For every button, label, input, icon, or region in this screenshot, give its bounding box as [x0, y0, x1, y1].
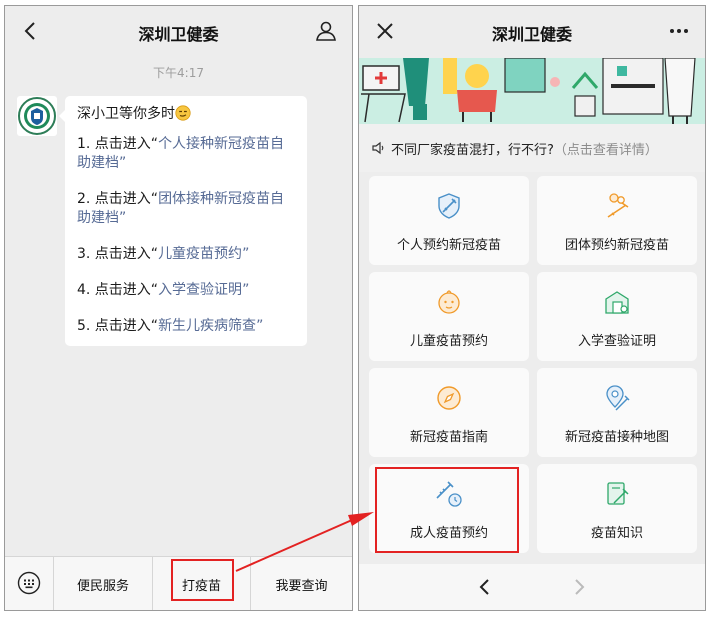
menu-entry-2[interactable]: 2. 点击进入“团体接种新冠疫苗自助建档” — [77, 190, 295, 228]
menu-entry-3[interactable]: 3. 点击进入“儿童疫苗预约” — [77, 245, 295, 264]
forward-nav-icon[interactable] — [567, 575, 591, 599]
group-syringe-icon — [607, 193, 629, 218]
card-group-covid-booking[interactable]: 团体预约新冠疫苗 — [537, 176, 697, 265]
keyboard-toggle-icon[interactable] — [17, 571, 41, 595]
menu-my-inquiry[interactable]: 我要查询 — [250, 557, 352, 610]
service-page-panel: 深圳卫健委 不同厂家疫苗混打，行不行? （点击查看详情） 个人预约新冠疫苗 团体… — [358, 5, 706, 611]
card-label: 儿童疫苗预约 — [409, 334, 488, 349]
page-header: 深圳卫健委 — [359, 6, 705, 58]
entry-link[interactable]: 新生儿疾病筛查 — [158, 318, 256, 334]
hero-illustration — [359, 58, 705, 124]
menu-entry-4[interactable]: 4. 点击进入“入学查验证明” — [77, 281, 295, 300]
entry-prefix: 1. 点击进入“ — [77, 136, 159, 152]
entry-suffix: ” — [256, 318, 264, 334]
entry-prefix: 4. 点击进入“ — [77, 282, 159, 298]
greeting-text: 深小卫等你多时 — [77, 106, 175, 122]
card-label: 入学查验证明 — [577, 334, 656, 349]
notice-banner[interactable]: 不同厂家疫苗混打，行不行? （点击查看详情） — [359, 124, 705, 172]
entry-suffix: ” — [119, 210, 127, 226]
menu-convenience-services[interactable]: 便民服务 — [53, 557, 152, 610]
chat-title: 深圳卫健委 — [138, 25, 219, 44]
school-certificate-icon — [605, 291, 629, 314]
baby-face-icon — [438, 290, 460, 314]
message-timestamp: 下午4:17 — [153, 66, 204, 80]
card-covid-vaccine-guide[interactable]: 新冠疫苗指南 — [369, 368, 529, 457]
highlight-box-get-vaccinated — [171, 559, 234, 601]
menu-entry-5[interactable]: 5. 点击进入“新生儿疾病筛查” — [77, 317, 295, 336]
entry-link[interactable]: 儿童疫苗预约 — [158, 246, 242, 262]
book-syringe-icon — [607, 482, 629, 505]
card-label: 新冠疫苗指南 — [409, 430, 488, 445]
back-nav-icon[interactable] — [473, 575, 497, 599]
chat-panel: 深圳卫健委 下午4:17 深小卫等你多时 1. 点击进入“个人接种新冠疫苗自助建… — [4, 5, 353, 611]
browser-nav-bar — [359, 564, 705, 610]
card-label: 个人预约新冠疫苗 — [396, 238, 501, 253]
official-account-avatar[interactable] — [17, 96, 57, 136]
entry-prefix: 5. 点击进入“ — [77, 318, 159, 334]
entry-prefix: 2. 点击进入“ — [77, 191, 159, 207]
card-label: 新冠疫苗接种地图 — [564, 430, 669, 445]
highlight-box-adult-booking — [375, 467, 519, 553]
shield-syringe-icon — [438, 193, 460, 219]
card-label: 疫苗知识 — [590, 526, 643, 541]
entry-link[interactable]: 入学查验证明 — [158, 282, 242, 298]
card-vaccine-knowledge[interactable]: 疫苗知识 — [537, 464, 697, 553]
card-school-certificate[interactable]: 入学查验证明 — [537, 272, 697, 361]
entry-suffix: ” — [242, 282, 250, 298]
notice-hint: （点击查看详情） — [553, 142, 658, 158]
card-covid-vaccination-map[interactable]: 新冠疫苗接种地图 — [537, 368, 697, 457]
card-child-vaccine-booking[interactable]: 儿童疫苗预约 — [369, 272, 529, 361]
entry-suffix: ” — [242, 246, 250, 262]
profile-icon[interactable] — [314, 19, 338, 43]
smirk-emoji-icon — [175, 105, 191, 121]
page-title: 深圳卫健委 — [491, 25, 572, 44]
card-personal-covid-booking[interactable]: 个人预约新冠疫苗 — [369, 176, 529, 265]
map-pin-syringe-icon — [606, 385, 630, 411]
notice-text: 不同厂家疫苗混打，行不行? — [391, 142, 554, 158]
more-options-icon[interactable] — [667, 19, 691, 43]
greeting-line: 深小卫等你多时 — [77, 105, 295, 124]
menu-entry-1[interactable]: 1. 点击进入“个人接种新冠疫苗自助建档” — [77, 135, 295, 173]
message-bubble: 深小卫等你多时 1. 点击进入“个人接种新冠疫苗自助建档” 2. 点击进入“团体… — [59, 96, 307, 346]
entry-prefix: 3. 点击进入“ — [77, 246, 159, 262]
entry-suffix: ” — [119, 155, 127, 171]
card-label: 团体预约新冠疫苗 — [564, 238, 669, 253]
speaker-icon — [372, 141, 384, 155]
compass-icon — [437, 386, 461, 410]
chat-header: 深圳卫健委 — [5, 6, 352, 58]
